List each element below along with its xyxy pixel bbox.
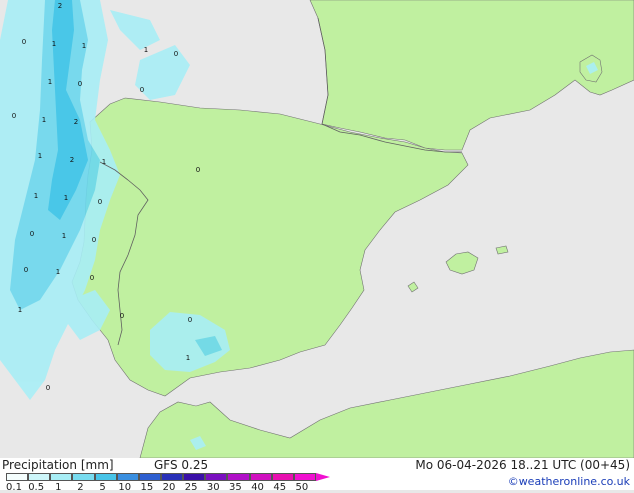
point-value-label: 0 — [30, 230, 34, 238]
point-value-label: 1 — [144, 46, 148, 54]
scale-tick-label: 35 — [229, 482, 242, 493]
point-value-label: 0 — [12, 112, 16, 120]
scale-swatch — [138, 473, 161, 481]
scale-swatch — [116, 473, 139, 481]
point-value-label: 0 — [92, 236, 96, 244]
scale-swatch — [249, 473, 272, 481]
model-label: GFS 0.25 — [154, 458, 209, 472]
point-value-label: 0 — [98, 198, 102, 206]
scale-tick-label: 25 — [184, 482, 198, 493]
point-value-label: 1 — [102, 158, 106, 166]
point-value-label: 1 — [56, 268, 60, 276]
scale-swatch — [205, 473, 228, 481]
point-value-label: 1 — [48, 78, 52, 86]
point-value-label: 2 — [58, 2, 62, 10]
legend-title: Precipitation [mm] — [2, 458, 114, 472]
scale-swatch — [50, 473, 73, 481]
scale-swatch — [293, 473, 316, 481]
scale-tick-label: 2 — [77, 482, 84, 493]
scale-tick-label: 1 — [55, 482, 62, 493]
scale-swatch — [161, 473, 184, 481]
point-value-label: 0 — [120, 312, 124, 320]
point-value-label: 1 — [34, 192, 38, 200]
point-value-label: 2 — [74, 118, 78, 126]
point-value-label: 0 — [188, 316, 192, 324]
forecast-datetime: Mo 06-04-2026 18..21 UTC (00+45) — [415, 458, 630, 472]
weather-map-view: 201110010021211110010010100010 Precipita… — [0, 0, 634, 493]
point-value-label: 1 — [64, 194, 68, 202]
scale-tick-label: 30 — [206, 482, 220, 493]
point-value-label: 0 — [22, 38, 26, 46]
scale-swatch — [6, 473, 29, 481]
legend-footer: Precipitation [mm] GFS 0.25 Mo 06-04-202… — [0, 458, 634, 493]
scale-tick-label: 0.5 — [28, 482, 45, 493]
scale-swatch — [94, 473, 117, 481]
scale-tick-label: 40 — [251, 482, 264, 493]
scale-swatch — [183, 473, 206, 481]
point-value-label: 0 — [24, 266, 28, 274]
scale-swatch — [28, 473, 51, 481]
point-value-label: 1 — [52, 40, 56, 48]
scale-tick-label: 10 — [118, 482, 132, 493]
point-value-label: 1 — [42, 116, 46, 124]
point-value-label: 0 — [196, 166, 200, 174]
point-value-label: 1 — [38, 152, 42, 160]
credit-link[interactable]: ©weatheronline.co.uk — [508, 475, 630, 488]
point-value-label: 0 — [140, 86, 144, 94]
scale-tick-label: 20 — [162, 482, 176, 493]
point-value-label: 0 — [174, 50, 178, 58]
scale-tick-label: 15 — [140, 482, 154, 493]
scale-tick-label: 45 — [273, 482, 287, 493]
scale-swatch — [72, 473, 95, 481]
scale-arrow — [316, 473, 330, 481]
point-value-label: 0 — [90, 274, 94, 282]
point-value-label: 1 — [82, 42, 86, 50]
point-value-label: 1 — [18, 306, 22, 314]
scale-tick-label: 50 — [295, 482, 309, 493]
point-value-label: 0 — [78, 80, 82, 88]
point-value-label: 2 — [70, 156, 74, 164]
point-value-label: 1 — [186, 354, 190, 362]
precipitation-map: 2 0 1 1 1 0 0 1 0 0 2 1 2 1 1 1 1 0 0 1 0 0 1 0 1 0 0 0 1 0 — [0, 0, 634, 458]
scale-swatch — [271, 473, 294, 481]
scale-tick-label: 0.1 — [6, 482, 22, 493]
point-value-label: 1 — [62, 232, 66, 240]
scale-tick-label: 5 — [99, 482, 106, 493]
point-value-label: 0 — [46, 384, 50, 392]
scale-swatch — [227, 473, 250, 481]
